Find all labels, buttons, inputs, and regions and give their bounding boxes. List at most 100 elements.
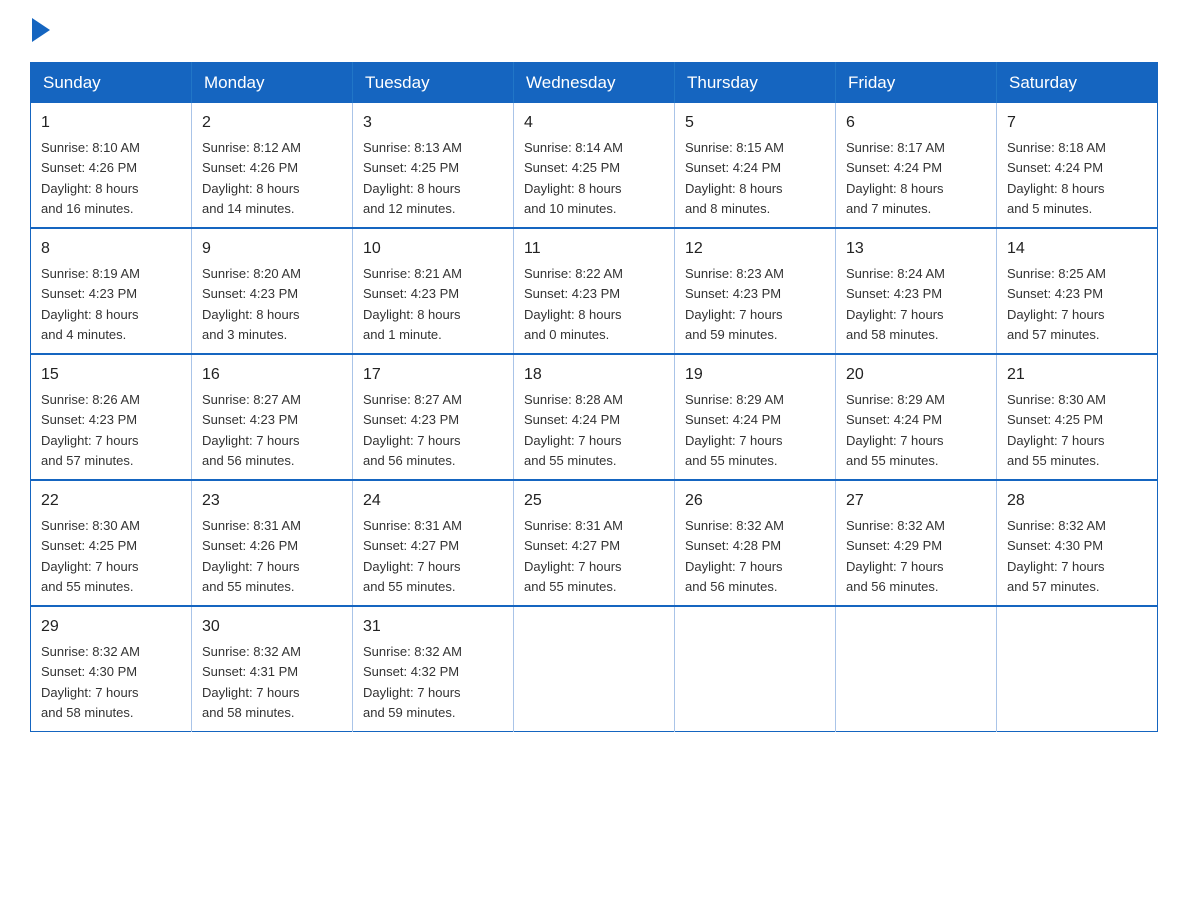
calendar-cell: 11 Sunrise: 8:22 AMSunset: 4:23 PMDayligh… (514, 228, 675, 354)
day-info: Sunrise: 8:21 AMSunset: 4:23 PMDaylight:… (363, 266, 462, 342)
day-info: Sunrise: 8:26 AMSunset: 4:23 PMDaylight:… (41, 392, 140, 468)
calendar-cell: 19 Sunrise: 8:29 AMSunset: 4:24 PMDayligh… (675, 354, 836, 480)
day-info: Sunrise: 8:32 AMSunset: 4:32 PMDaylight:… (363, 644, 462, 720)
day-number: 3 (363, 111, 503, 135)
day-number: 26 (685, 489, 825, 513)
page-header (30, 20, 1158, 42)
day-info: Sunrise: 8:30 AMSunset: 4:25 PMDaylight:… (41, 518, 140, 594)
day-number: 1 (41, 111, 181, 135)
day-number: 5 (685, 111, 825, 135)
day-number: 14 (1007, 237, 1147, 261)
day-number: 27 (846, 489, 986, 513)
day-number: 23 (202, 489, 342, 513)
day-number: 12 (685, 237, 825, 261)
day-info: Sunrise: 8:31 AMSunset: 4:27 PMDaylight:… (363, 518, 462, 594)
day-info: Sunrise: 8:10 AMSunset: 4:26 PMDaylight:… (41, 140, 140, 216)
day-info: Sunrise: 8:25 AMSunset: 4:23 PMDaylight:… (1007, 266, 1106, 342)
day-number: 24 (363, 489, 503, 513)
day-number: 17 (363, 363, 503, 387)
day-info: Sunrise: 8:31 AMSunset: 4:26 PMDaylight:… (202, 518, 301, 594)
day-info: Sunrise: 8:24 AMSunset: 4:23 PMDaylight:… (846, 266, 945, 342)
calendar-cell: 25Sunrise: 8:31 AMSunset: 4:27 PMDayligh… (514, 480, 675, 606)
calendar-cell: 18 Sunrise: 8:28 AMSunset: 4:24 PMDayligh… (514, 354, 675, 480)
day-info: Sunrise: 8:14 AMSunset: 4:25 PMDaylight:… (524, 140, 623, 216)
day-info: Sunrise: 8:32 AMSunset: 4:29 PMDaylight:… (846, 518, 945, 594)
calendar-cell: 8 Sunrise: 8:19 AMSunset: 4:23 PMDaylight… (31, 228, 192, 354)
day-info: Sunrise: 8:23 AMSunset: 4:23 PMDaylight:… (685, 266, 784, 342)
calendar-week-row: 22 Sunrise: 8:30 AMSunset: 4:25 PMDayligh… (31, 480, 1158, 606)
calendar-cell: 17 Sunrise: 8:27 AMSunset: 4:23 PMDayligh… (353, 354, 514, 480)
day-number: 22 (41, 489, 181, 513)
day-number: 21 (1007, 363, 1147, 387)
day-number: 18 (524, 363, 664, 387)
calendar-cell: 4Sunrise: 8:14 AMSunset: 4:25 PMDaylight… (514, 103, 675, 228)
calendar-cell: 5Sunrise: 8:15 AMSunset: 4:24 PMDaylight… (675, 103, 836, 228)
day-info: Sunrise: 8:27 AMSunset: 4:23 PMDaylight:… (363, 392, 462, 468)
day-info: Sunrise: 8:31 AMSunset: 4:27 PMDaylight:… (524, 518, 623, 594)
day-info: Sunrise: 8:19 AMSunset: 4:23 PMDaylight:… (41, 266, 140, 342)
column-header-monday: Monday (192, 63, 353, 104)
calendar-cell (675, 606, 836, 732)
day-number: 28 (1007, 489, 1147, 513)
calendar-cell: 6 Sunrise: 8:17 AMSunset: 4:24 PMDaylight… (836, 103, 997, 228)
day-number: 9 (202, 237, 342, 261)
calendar-cell: 12 Sunrise: 8:23 AMSunset: 4:23 PMDayligh… (675, 228, 836, 354)
day-number: 19 (685, 363, 825, 387)
calendar-cell: 24 Sunrise: 8:31 AMSunset: 4:27 PMDayligh… (353, 480, 514, 606)
calendar-header-row: SundayMondayTuesdayWednesdayThursdayFrid… (31, 63, 1158, 104)
calendar-cell: 22 Sunrise: 8:30 AMSunset: 4:25 PMDayligh… (31, 480, 192, 606)
calendar-cell: 13 Sunrise: 8:24 AMSunset: 4:23 PMDayligh… (836, 228, 997, 354)
day-info: Sunrise: 8:32 AMSunset: 4:28 PMDaylight:… (685, 518, 784, 594)
calendar-cell (997, 606, 1158, 732)
calendar-cell: 9 Sunrise: 8:20 AMSunset: 4:23 PMDaylight… (192, 228, 353, 354)
calendar-cell: 21 Sunrise: 8:30 AMSunset: 4:25 PMDayligh… (997, 354, 1158, 480)
calendar-cell: 1 Sunrise: 8:10 AMSunset: 4:26 PMDaylight… (31, 103, 192, 228)
day-info: Sunrise: 8:28 AMSunset: 4:24 PMDaylight:… (524, 392, 623, 468)
day-info: Sunrise: 8:22 AMSunset: 4:23 PMDaylight:… (524, 266, 623, 342)
day-number: 16 (202, 363, 342, 387)
day-info: Sunrise: 8:30 AMSunset: 4:25 PMDaylight:… (1007, 392, 1106, 468)
calendar-cell: 16 Sunrise: 8:27 AMSunset: 4:23 PMDayligh… (192, 354, 353, 480)
logo (30, 20, 50, 42)
calendar-cell: 27 Sunrise: 8:32 AMSunset: 4:29 PMDayligh… (836, 480, 997, 606)
column-header-friday: Friday (836, 63, 997, 104)
day-info: Sunrise: 8:12 AMSunset: 4:26 PMDaylight:… (202, 140, 301, 216)
day-info: Sunrise: 8:27 AMSunset: 4:23 PMDaylight:… (202, 392, 301, 468)
day-info: Sunrise: 8:17 AMSunset: 4:24 PMDaylight:… (846, 140, 945, 216)
column-header-sunday: Sunday (31, 63, 192, 104)
day-info: Sunrise: 8:32 AMSunset: 4:30 PMDaylight:… (41, 644, 140, 720)
calendar-cell: 10 Sunrise: 8:21 AMSunset: 4:23 PMDayligh… (353, 228, 514, 354)
calendar-cell: 28Sunrise: 8:32 AMSunset: 4:30 PMDayligh… (997, 480, 1158, 606)
calendar-cell (836, 606, 997, 732)
calendar-week-row: 8 Sunrise: 8:19 AMSunset: 4:23 PMDaylight… (31, 228, 1158, 354)
calendar-week-row: 1 Sunrise: 8:10 AMSunset: 4:26 PMDaylight… (31, 103, 1158, 228)
day-number: 2 (202, 111, 342, 135)
calendar-cell: 14 Sunrise: 8:25 AMSunset: 4:23 PMDayligh… (997, 228, 1158, 354)
calendar-cell: 26 Sunrise: 8:32 AMSunset: 4:28 PMDayligh… (675, 480, 836, 606)
day-number: 7 (1007, 111, 1147, 135)
day-info: Sunrise: 8:18 AMSunset: 4:24 PMDaylight:… (1007, 140, 1106, 216)
calendar-week-row: 15 Sunrise: 8:26 AMSunset: 4:23 PMDayligh… (31, 354, 1158, 480)
logo-arrow-icon (32, 18, 50, 42)
calendar-cell: 15 Sunrise: 8:26 AMSunset: 4:23 PMDayligh… (31, 354, 192, 480)
calendar-cell: 23 Sunrise: 8:31 AMSunset: 4:26 PMDayligh… (192, 480, 353, 606)
day-number: 31 (363, 615, 503, 639)
column-header-thursday: Thursday (675, 63, 836, 104)
day-number: 10 (363, 237, 503, 261)
day-number: 15 (41, 363, 181, 387)
day-number: 30 (202, 615, 342, 639)
calendar-week-row: 29Sunrise: 8:32 AMSunset: 4:30 PMDayligh… (31, 606, 1158, 732)
day-number: 8 (41, 237, 181, 261)
day-info: Sunrise: 8:29 AMSunset: 4:24 PMDaylight:… (846, 392, 945, 468)
calendar-cell (514, 606, 675, 732)
column-header-wednesday: Wednesday (514, 63, 675, 104)
calendar-cell: 30Sunrise: 8:32 AMSunset: 4:31 PMDayligh… (192, 606, 353, 732)
calendar-cell: 31 Sunrise: 8:32 AMSunset: 4:32 PMDayligh… (353, 606, 514, 732)
day-info: Sunrise: 8:29 AMSunset: 4:24 PMDaylight:… (685, 392, 784, 468)
day-number: 6 (846, 111, 986, 135)
day-number: 13 (846, 237, 986, 261)
calendar-cell: 20Sunrise: 8:29 AMSunset: 4:24 PMDayligh… (836, 354, 997, 480)
day-number: 11 (524, 237, 664, 261)
day-info: Sunrise: 8:20 AMSunset: 4:23 PMDaylight:… (202, 266, 301, 342)
column-header-saturday: Saturday (997, 63, 1158, 104)
